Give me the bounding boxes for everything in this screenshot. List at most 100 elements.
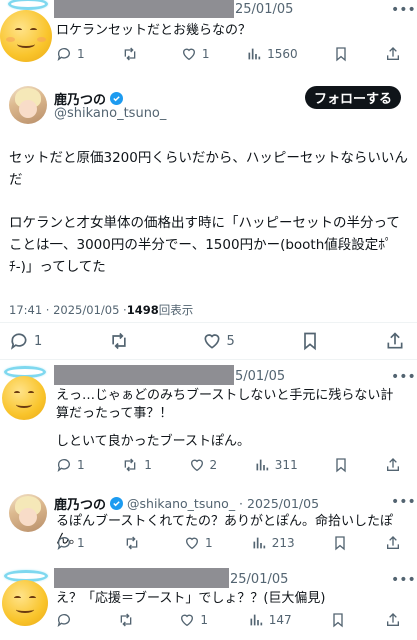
share-button[interactable]	[385, 46, 401, 62]
views-button[interactable]: 147	[248, 612, 292, 628]
tweet-date: 25/01/05	[230, 572, 289, 587]
views-icon	[256, 459, 268, 471]
bookmark-icon	[333, 613, 343, 628]
like-button[interactable]: 5	[202, 331, 235, 351]
verified-badge-icon	[110, 497, 124, 510]
share-button[interactable]	[385, 331, 405, 351]
bookmark-button[interactable]	[301, 331, 319, 351]
redacted-username	[54, 568, 229, 588]
tweet-actions: 1 147	[56, 612, 401, 628]
tweet-time: 17:41 · 2025/01/05 ·	[9, 303, 127, 317]
author-avatar[interactable]	[9, 86, 47, 124]
share-icon	[386, 458, 399, 471]
views-icon	[250, 614, 262, 626]
tweet-views-label: 回表示	[158, 303, 194, 317]
avatar[interactable]	[0, 0, 56, 62]
halo-icon	[8, 0, 48, 10]
reply-count: 1	[77, 458, 85, 472]
share-icon	[386, 47, 399, 60]
tweet-text: ロケランセットだとお幾らなの？	[56, 23, 252, 38]
views-icon	[248, 48, 261, 60]
like-count: 2	[209, 458, 218, 472]
view-count: 1560	[267, 47, 298, 61]
bookmark-button[interactable]	[334, 46, 348, 62]
tweet-actions: 1 1 1560	[56, 46, 401, 62]
share-button[interactable]	[385, 535, 401, 551]
share-icon	[386, 613, 399, 626]
smiley-face-icon	[0, 10, 52, 62]
retweet-button[interactable]	[117, 612, 140, 628]
bookmark-button[interactable]	[331, 612, 345, 628]
follow-button[interactable]: フォローする	[305, 86, 401, 109]
more-icon[interactable]: •••	[391, 572, 416, 588]
tweet-text-line-2: しといて良かったブーストぽん。	[56, 434, 250, 449]
tweet-timestamp: 17:41 · 2025/01/05 · 1498 回表示	[9, 302, 193, 318]
author-name[interactable]: 鹿乃つの	[54, 494, 106, 513]
bookmark-button[interactable]	[333, 535, 347, 551]
views-button[interactable]: 311	[254, 457, 298, 473]
retweet-button[interactable]: 1	[121, 457, 152, 473]
retweet-icon	[124, 47, 136, 61]
like-count: 1	[201, 47, 210, 61]
divider	[0, 322, 417, 323]
bookmark-icon	[336, 458, 346, 473]
reply-button[interactable]: 1	[56, 457, 85, 473]
main-tweet-actions: 1 5	[9, 331, 405, 351]
tweet-date: 25/01/05	[235, 2, 294, 17]
reply-button[interactable]: 1	[56, 46, 85, 62]
avatar[interactable]	[0, 366, 52, 426]
reply-count: 1	[77, 47, 85, 61]
author-avatar[interactable]	[9, 494, 47, 532]
heart-icon	[203, 334, 220, 349]
retweet-icon	[126, 536, 138, 550]
share-icon	[386, 536, 399, 549]
like-button[interactable]: 1	[184, 535, 213, 551]
share-button[interactable]	[385, 457, 401, 473]
divider	[0, 359, 417, 360]
like-count: 5	[226, 333, 235, 349]
views-button[interactable]: 1560	[246, 46, 298, 62]
smiley-face-icon	[2, 580, 48, 626]
bookmark-icon	[304, 332, 316, 351]
reply-button[interactable]: 1	[9, 331, 42, 351]
heart-icon	[182, 48, 195, 61]
reply-icon	[57, 614, 70, 627]
reply-icon	[57, 537, 70, 550]
bookmark-icon	[336, 47, 346, 62]
more-icon[interactable]: •••	[391, 369, 416, 385]
tweet-date: 5/01/05	[235, 369, 286, 384]
like-count: 1	[204, 536, 213, 550]
bookmark-button[interactable]	[334, 457, 348, 473]
author-handle[interactable]: @shikano_tsuno_	[54, 106, 166, 121]
reply-button[interactable]	[56, 612, 77, 628]
reply-button[interactable]: 1	[56, 535, 85, 551]
bookmark-icon	[335, 536, 345, 551]
tweet-body-paragraph-2: ロケランと才女単体の価格出す時に「ハッピーセットの半分ってことは一、3000円の…	[9, 215, 400, 275]
share-icon	[387, 332, 403, 349]
like-button[interactable]: 1	[181, 46, 210, 62]
avatar[interactable]	[0, 570, 52, 632]
tweet-actions: 1 1 213	[56, 535, 401, 551]
author-handle-date[interactable]: @shikano_tsuno_ · 2025/01/05	[127, 496, 319, 511]
redacted-username	[54, 365, 234, 385]
like-count: 1	[200, 613, 209, 627]
like-button[interactable]: 2	[189, 457, 218, 473]
smiley-face-icon	[2, 376, 46, 420]
verified-badge-icon	[110, 92, 124, 105]
retweet-count: 1	[144, 458, 152, 472]
heart-icon	[181, 614, 194, 627]
views-icon	[253, 537, 265, 549]
retweet-button[interactable]	[121, 46, 144, 62]
like-button[interactable]: 1	[179, 612, 208, 628]
tweet-actions: 1 1 2 311	[56, 457, 401, 473]
more-icon[interactable]: •••	[391, 494, 416, 510]
share-button[interactable]	[385, 612, 401, 628]
views-button[interactable]: 213	[251, 535, 295, 551]
retweet-button[interactable]	[123, 535, 146, 551]
view-count: 213	[271, 536, 295, 550]
reply-count: 1	[77, 536, 85, 550]
retweet-button[interactable]	[108, 331, 135, 351]
retweet-icon	[120, 613, 132, 627]
more-icon[interactable]: •••	[391, 2, 416, 18]
reply-icon	[57, 48, 70, 61]
